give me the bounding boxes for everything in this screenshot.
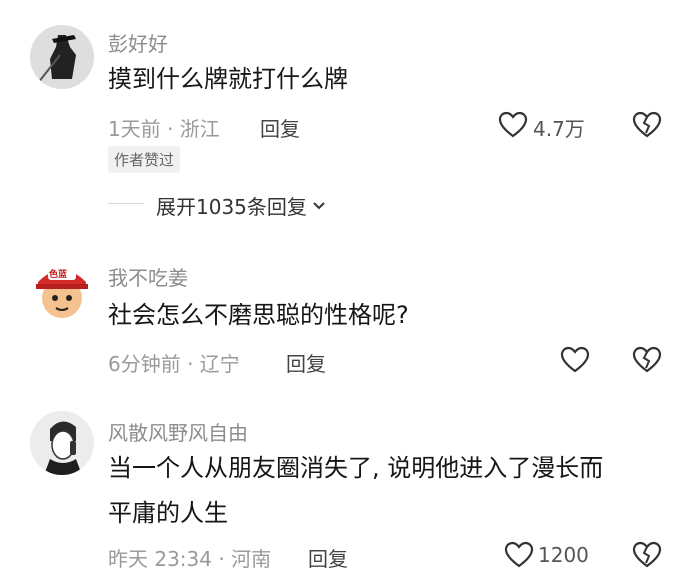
comment-username[interactable]: 彭好好	[108, 28, 168, 57]
comment-username[interactable]: 风散风野风自由	[108, 417, 248, 446]
comment-meta: 1天前 · 浙江	[108, 117, 220, 141]
avatar[interactable]: 色蓝	[30, 258, 94, 322]
like-count: 1200	[538, 543, 589, 567]
like-count: 4.7万	[533, 117, 585, 141]
broken-heart-icon	[632, 111, 662, 138]
comment-text-line-1: 当一个人从朋友圈消失了, 说明他进入了漫长而	[108, 454, 604, 482]
broken-heart-icon	[632, 541, 662, 568]
like-button[interactable]	[504, 541, 534, 573]
reply-button[interactable]: 回复	[286, 348, 326, 377]
comment-meta: 6分钟前 · 辽宁	[108, 352, 240, 376]
broken-heart-icon	[632, 346, 662, 373]
dislike-button[interactable]	[632, 346, 662, 378]
reply-button[interactable]: 回复	[260, 113, 300, 142]
like-button[interactable]	[498, 111, 528, 143]
expand-divider	[108, 203, 144, 204]
expand-replies-label: 展开1035条回复	[156, 195, 307, 219]
swordsman-avatar-icon	[30, 25, 94, 89]
sketch-portrait-avatar-icon	[30, 411, 94, 475]
comment-username[interactable]: 我不吃姜	[108, 262, 188, 291]
reply-button[interactable]: 回复	[308, 543, 348, 572]
heart-icon	[498, 111, 528, 138]
heart-icon	[504, 541, 534, 568]
comment-text: 社会怎么不磨思聪的性格呢?	[108, 301, 409, 329]
dislike-button[interactable]	[632, 111, 662, 143]
author-liked-tag: 作者赞过	[108, 146, 181, 173]
avatar[interactable]	[30, 411, 94, 475]
comment-meta: 昨天 23:34 · 河南	[108, 547, 272, 571]
chevron-down-icon	[313, 201, 325, 209]
comment-text: 摸到什么牌就打什么牌	[108, 65, 348, 93]
avatar[interactable]	[30, 25, 94, 89]
like-button[interactable]	[560, 346, 590, 378]
comment-text-line-2: 平庸的人生	[108, 499, 228, 527]
dislike-button[interactable]	[632, 541, 662, 573]
avatar-badge-text: 色蓝	[49, 270, 68, 280]
expand-replies-button[interactable]: 展开1035条回复	[156, 191, 327, 220]
heart-icon	[560, 346, 590, 373]
